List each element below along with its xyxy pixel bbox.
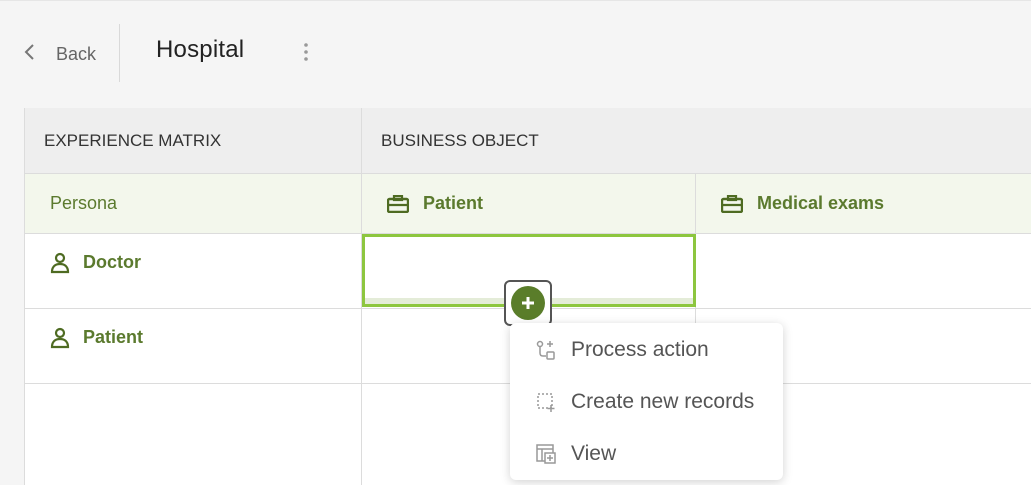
experience-matrix-header: EXPERIENCE MATRIX [25, 108, 362, 174]
page-title: Hospital [156, 36, 245, 63]
persona-label: Doctor [83, 252, 141, 272]
header-divider [119, 24, 120, 82]
menu-item-label: Create new records [571, 390, 755, 413]
back-label: Back [56, 43, 97, 64]
chevron-left-icon [20, 42, 40, 67]
matrix-cell-doctor-medical-exams[interactable] [696, 234, 1031, 309]
add-button[interactable] [504, 280, 552, 326]
create-records-icon [535, 391, 557, 413]
person-icon [49, 327, 71, 349]
menu-item-label: View [571, 442, 617, 465]
business-object-header: BUSINESS OBJECT [362, 108, 1031, 174]
menu-item-process-action[interactable]: Process action [510, 325, 783, 375]
business-object-label: Medical exams [757, 193, 885, 213]
persona-row-patient[interactable]: Patient [25, 309, 362, 384]
page-header: Back Hospital [0, 0, 1031, 100]
menu-item-label: Process action [571, 338, 709, 361]
back-button[interactable]: Back [20, 38, 96, 70]
persona-header-label: Persona [50, 193, 118, 213]
business-object-label: Patient [423, 193, 484, 213]
experience-matrix-label: EXPERIENCE MATRIX [44, 130, 222, 150]
persona-row-doctor[interactable]: Doctor [25, 234, 362, 309]
empty-persona-area [25, 384, 362, 485]
business-object-column-patient[interactable]: Patient [362, 174, 696, 234]
menu-item-view[interactable]: View [510, 429, 783, 479]
business-object-label: BUSINESS OBJECT [381, 130, 539, 150]
persona-header: Persona [25, 174, 362, 234]
persona-label: Patient [83, 327, 144, 347]
view-icon [535, 443, 557, 465]
briefcase-icon [721, 194, 743, 213]
kebab-menu-icon [304, 43, 308, 61]
process-action-icon [535, 339, 557, 361]
person-icon [49, 252, 71, 274]
add-menu: Process action Create new records View [510, 323, 783, 480]
business-object-column-medical-exams[interactable]: Medical exams [696, 174, 1031, 234]
briefcase-icon [387, 194, 409, 213]
more-options-button[interactable] [296, 38, 316, 66]
menu-item-create-new-records[interactable]: Create new records [510, 377, 783, 427]
plus-icon [511, 286, 545, 320]
